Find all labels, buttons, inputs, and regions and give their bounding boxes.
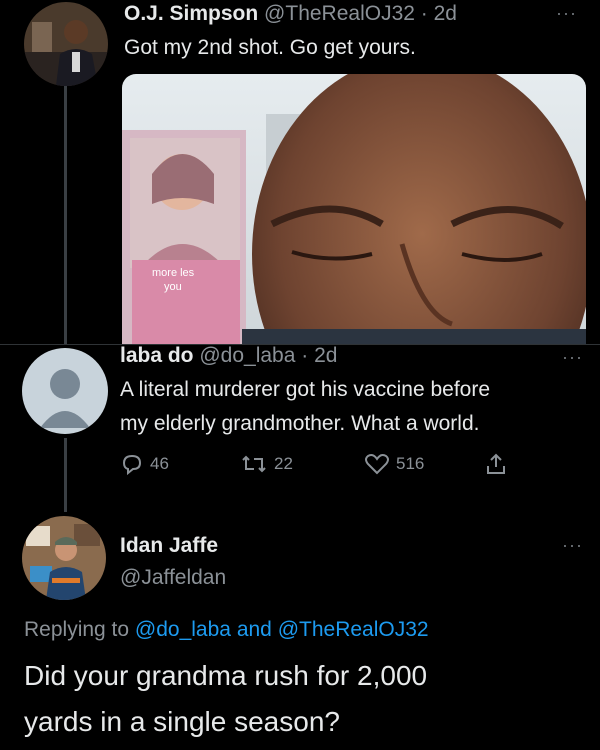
share-button[interactable]: [484, 452, 514, 476]
retweet-count: 22: [274, 454, 293, 473]
tweet2-display-name[interactable]: laba do: [120, 344, 194, 367]
tweet1-display-name[interactable]: O.J. Simpson: [124, 2, 258, 25]
tweet2-actions: 46 22 516: [120, 452, 520, 482]
tweet1-handle[interactable]: @TheRealOJ32: [264, 2, 415, 25]
tweet1-more-icon[interactable]: ···: [556, 4, 577, 22]
tweet2-handle[interactable]: @do_laba: [199, 344, 295, 367]
replying-to-line: Replying to @do_laba and @TheRealOJ32: [24, 618, 429, 642]
avatar-idan[interactable]: [22, 516, 106, 600]
tweet1-header: O.J. Simpson @TheRealOJ32 · 2d: [124, 2, 457, 26]
replying-prefix: Replying to: [24, 618, 130, 641]
tweet2-time[interactable]: · 2d: [301, 344, 337, 367]
reply-icon: [122, 454, 142, 476]
tweet3-display-name[interactable]: Idan Jaffe: [120, 534, 218, 558]
tweet3-text-line1: Did your grandma rush for 2,000: [24, 660, 428, 691]
thread-line-top: [64, 84, 67, 344]
tweet3-handle[interactable]: @Jaffeldan: [120, 566, 226, 590]
retweet-button[interactable]: 22: [240, 452, 293, 476]
tweet3-more-icon[interactable]: ···: [562, 536, 583, 554]
tweet2-more-icon[interactable]: ···: [562, 348, 583, 366]
avatar-laba[interactable]: [22, 348, 108, 434]
poster-sign-line2: you: [164, 281, 182, 293]
reply-button[interactable]: 46: [120, 452, 169, 476]
retweet-icon: [242, 455, 266, 473]
tweet2-text-line1: A literal murderer got his vaccine befor…: [120, 378, 491, 401]
tweet1-media-photo: more les you: [122, 74, 586, 344]
heart-icon: [365, 454, 389, 475]
tweet2-text-line2: my elderly grandmother. What a world.: [120, 412, 480, 435]
share-icon: [487, 453, 505, 474]
replying-user-dolaba[interactable]: @do_laba: [135, 618, 231, 641]
avatar-oj[interactable]: [24, 2, 108, 86]
thread-line-mid: [64, 438, 67, 512]
tweet1-text: Got my 2nd shot. Go get yours.: [124, 36, 416, 59]
poster-sign-line1: more les: [152, 267, 195, 279]
tweet1-media[interactable]: more les you: [122, 74, 586, 344]
like-button[interactable]: 516: [364, 452, 424, 476]
tweet1-time[interactable]: · 2d: [421, 2, 457, 25]
tweet3-text-line2: yards in a single season?: [24, 706, 340, 737]
like-count: 516: [396, 454, 425, 473]
replying-user-oj[interactable]: @TheRealOJ32: [278, 618, 429, 641]
tweet2-header: laba do @do_laba · 2d: [120, 344, 337, 368]
reply-count: 46: [150, 454, 169, 473]
replying-and: and: [236, 618, 272, 641]
